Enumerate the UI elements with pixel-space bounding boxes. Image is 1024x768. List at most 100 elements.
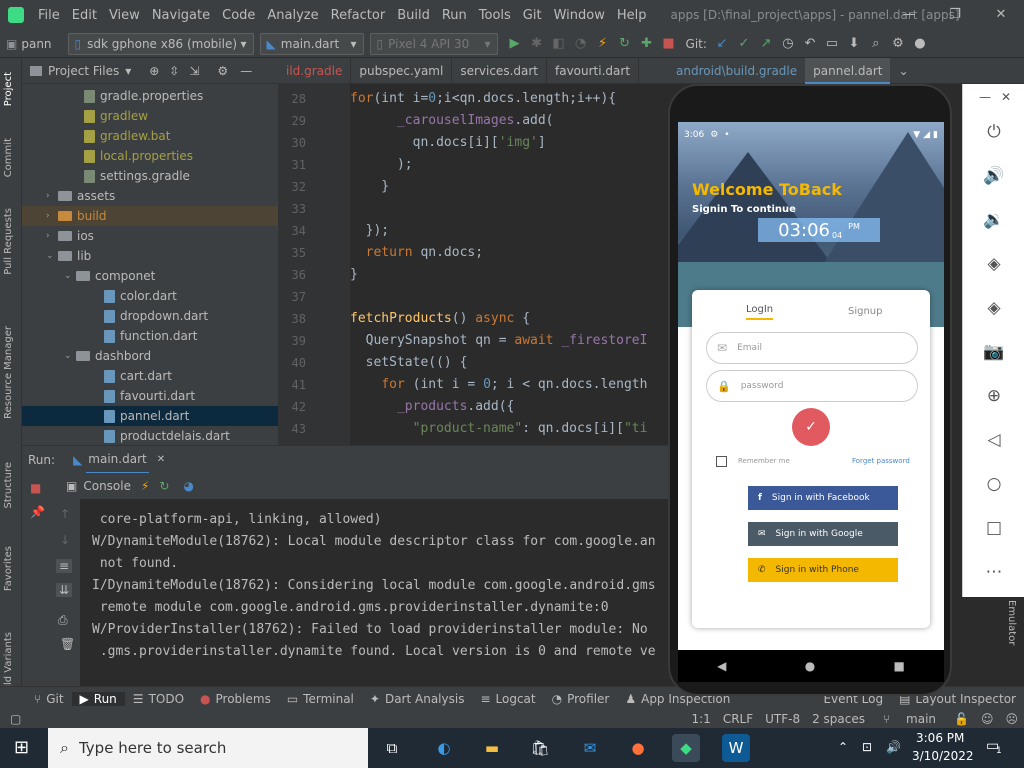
forget-password-link[interactable]: Forget password — [852, 457, 910, 465]
menu-edit[interactable]: Edit — [66, 8, 103, 23]
indent-setting[interactable]: 2 spaces — [806, 712, 871, 726]
bottom-tab-problems[interactable]: ● Problems — [192, 692, 279, 706]
up-arrow-icon[interactable]: ↑ — [60, 507, 70, 521]
phone-screen[interactable]: 3:06 ⚙ • ▼ ◢ ▮ Welcome ToBack Signin To … — [678, 122, 944, 650]
search-icon[interactable]: ⌕ — [865, 36, 887, 51]
close-icon[interactable]: ✕ — [1001, 90, 1011, 104]
menu-code[interactable]: Code — [216, 8, 261, 23]
tool-tab-project[interactable]: Project — [3, 72, 14, 106]
device-manager-icon[interactable]: ▭ — [821, 36, 843, 51]
taskbar-time[interactable]: 3:06 PM — [916, 731, 964, 745]
tool-tab-pull-requests[interactable]: Pull Requests — [3, 208, 14, 275]
rotate-right-icon[interactable]: ◈ — [963, 298, 1024, 318]
tab-pubspec[interactable]: pubspec.yaml — [351, 58, 453, 83]
facebook-signin-button[interactable]: f Sign in with Facebook — [748, 486, 898, 510]
debug-icon[interactable]: ✱ — [526, 36, 548, 51]
volume-down-icon[interactable]: 🔉 — [963, 210, 1024, 230]
project-name[interactable]: pann — [21, 37, 51, 51]
tree-item[interactable]: ⌄ componet — [64, 266, 155, 286]
soft-wrap-icon[interactable]: ≡ — [56, 559, 73, 573]
sad-icon[interactable]: ☹ — [999, 712, 1024, 726]
tree-item[interactable]: function.dart — [104, 326, 197, 346]
chevron-down-icon[interactable]: ⌄ — [46, 251, 58, 261]
tree-item[interactable]: › ios — [46, 226, 94, 246]
hot-restart-icon[interactable]: ↻ — [159, 479, 169, 493]
tree-item[interactable]: productdelais.dart — [104, 426, 230, 446]
remember-checkbox[interactable] — [716, 456, 727, 467]
tab-favourti[interactable]: favourti.dart — [547, 58, 640, 83]
volume-icon[interactable]: 🔊 — [886, 740, 901, 754]
back-icon[interactable]: ◁ — [963, 430, 1024, 450]
tree-item[interactable]: ⌄ lib — [46, 246, 91, 266]
device-selector[interactable]: ▯ sdk gphone x86 (mobile) ▾ — [67, 32, 254, 55]
power-icon[interactable]: ⏻ — [963, 122, 1024, 142]
app-icon[interactable]: W — [722, 734, 750, 762]
tree-item[interactable]: dropdown.dart — [104, 306, 208, 326]
tree-item-selected[interactable]: pannel.dart — [22, 406, 278, 426]
android-studio-icon[interactable]: ◆ — [672, 734, 700, 762]
google-signin-button[interactable]: ✉ Sign in with Google — [748, 522, 898, 546]
pin-icon[interactable]: 📌 — [30, 505, 45, 519]
collapse-all-icon[interactable]: ⇲ — [189, 64, 199, 78]
profile-icon[interactable]: ◔ — [570, 36, 592, 51]
stop-icon[interactable]: ■ — [30, 481, 41, 495]
smiley-icon[interactable]: ☺ — [975, 712, 1000, 726]
chevron-down-icon[interactable]: ⌄ — [898, 64, 908, 78]
caret-position[interactable]: 1:1 — [686, 712, 717, 726]
tree-item[interactable]: color.dart — [104, 286, 177, 306]
sdk-manager-icon[interactable]: ⬇ — [843, 36, 865, 51]
tree-item[interactable]: local.properties — [84, 146, 193, 166]
tree-item[interactable]: gradlew — [84, 106, 148, 126]
expand-all-icon[interactable]: ⇳ — [169, 64, 179, 78]
run-icon[interactable]: ▶ — [504, 36, 526, 51]
zoom-icon[interactable]: ⊕ — [963, 386, 1024, 406]
restore-button[interactable]: ❐ — [932, 0, 978, 30]
network-icon[interactable]: ⊡ — [862, 740, 872, 754]
password-field[interactable]: 🔒 password — [706, 370, 918, 402]
hot-restart-icon[interactable]: ↻ — [614, 36, 636, 51]
menu-file[interactable]: File — [32, 8, 66, 23]
close-icon[interactable]: ✕ — [157, 454, 165, 465]
login-submit-button[interactable]: ✓ — [792, 408, 830, 446]
email-field[interactable]: ✉ Email — [706, 332, 918, 364]
menu-refactor[interactable]: Refactor — [325, 8, 392, 23]
menu-tools[interactable]: Tools — [473, 8, 517, 23]
minimize-button[interactable]: — — [886, 0, 932, 30]
code-editor[interactable]: for(int i=0;i<qn.docs.length;i++){ _caro… — [350, 84, 668, 445]
firefox-icon[interactable]: ● — [624, 734, 652, 762]
console-tab[interactable]: Console — [83, 479, 131, 493]
menu-view[interactable]: View — [103, 8, 146, 23]
tree-item[interactable]: gradlew.bat — [84, 126, 170, 146]
tree-item[interactable]: › build — [22, 206, 278, 226]
menu-analyze[interactable]: Analyze — [261, 8, 324, 23]
tab-login[interactable]: LogIn — [746, 304, 774, 320]
coverage-icon[interactable]: ◧ — [548, 36, 570, 51]
gear-icon[interactable]: ⚙ — [217, 64, 228, 78]
bottom-tab-dart-analysis[interactable]: ✦ Dart Analysis — [362, 692, 473, 706]
tool-tab-favorites[interactable]: Favorites — [3, 546, 14, 591]
rotate-left-icon[interactable]: ◈ — [963, 254, 1024, 274]
down-arrow-icon[interactable]: ↓ — [60, 533, 70, 547]
hot-reload-icon[interactable]: ⚡ — [592, 36, 614, 51]
account-icon[interactable]: ● — [909, 36, 931, 51]
menu-build[interactable]: Build — [391, 8, 436, 23]
home-icon[interactable]: ● — [805, 659, 815, 673]
gear-icon[interactable]: ⚙ — [887, 36, 909, 51]
chevron-right-icon[interactable]: › — [46, 191, 58, 201]
chevron-down-icon[interactable]: ⌄ — [64, 351, 76, 361]
run-config-selector[interactable]: ◣ main.dart ▾ — [259, 32, 364, 55]
hide-icon[interactable]: — — [240, 64, 252, 78]
home-icon[interactable]: ○ — [963, 474, 1024, 494]
avd-selector[interactable]: ▯ Pixel 4 API 30 ▾ — [369, 32, 498, 55]
tool-tab-resource-manager[interactable]: Resource Manager — [3, 326, 14, 419]
task-view-icon[interactable]: ⧉ — [378, 734, 406, 762]
tool-tab-structure[interactable]: Structure — [3, 462, 14, 509]
tree-item[interactable]: cart.dart — [104, 366, 172, 386]
menu-git[interactable]: Git — [517, 8, 548, 23]
menu-window[interactable]: Window — [548, 8, 611, 23]
tab-android-build-gradle[interactable]: android\build.gradle — [668, 58, 805, 84]
rollback-icon[interactable]: ↶ — [799, 36, 821, 51]
print-icon[interactable]: ⎙ — [58, 613, 68, 628]
git-commit-icon[interactable]: ✓ — [733, 36, 755, 51]
line-separator[interactable]: CRLF — [717, 712, 759, 726]
